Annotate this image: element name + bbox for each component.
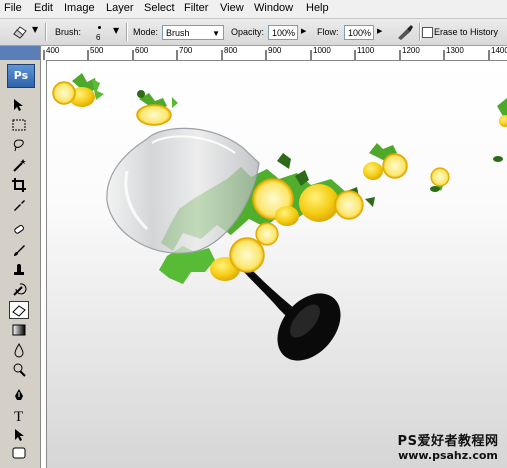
watermark-title: PS爱好者教程网 bbox=[397, 434, 499, 449]
ruler-tick-label: 1200 bbox=[402, 46, 420, 55]
photoshop-logo[interactable]: Ps bbox=[7, 64, 35, 88]
path-selection-icon[interactable] bbox=[9, 426, 29, 444]
menu-filter[interactable]: Filter bbox=[184, 2, 208, 14]
lemon-piece bbox=[493, 98, 507, 162]
ruler-tick-label: 1000 bbox=[313, 46, 331, 55]
svg-text:T: T bbox=[14, 409, 23, 423]
document-canvas[interactable] bbox=[47, 61, 507, 468]
toolbox-header[interactable] bbox=[0, 46, 40, 60]
divider bbox=[126, 23, 128, 41]
move-tool-icon[interactable] bbox=[9, 96, 29, 114]
horizontal-ruler: 400 500 600 700 800 900 1000 1100 1200 1… bbox=[40, 46, 507, 61]
menu-bar: File Edit Image Layer Select Filter View… bbox=[0, 0, 507, 19]
menu-layer[interactable]: Layer bbox=[106, 2, 134, 14]
opacity-arrow-icon[interactable]: ▶ bbox=[301, 27, 306, 35]
brush-label: Brush: bbox=[55, 27, 82, 37]
flow-label: Flow: bbox=[317, 27, 339, 37]
eyedropper-icon[interactable] bbox=[9, 196, 29, 214]
watermark: PS爱好者教程网 www.psahz.com bbox=[392, 430, 504, 462]
menu-image[interactable]: Image bbox=[64, 2, 95, 14]
divider bbox=[45, 23, 47, 41]
toolbox: Ps T bbox=[0, 46, 41, 468]
ruler-tick-label: 600 bbox=[135, 46, 149, 55]
menu-select[interactable]: Select bbox=[144, 2, 175, 14]
lemon-slice bbox=[136, 90, 178, 126]
lasso-tool-icon[interactable] bbox=[9, 136, 29, 154]
options-bar: ▼ Brush: 6 ▼ Mode: Brush ▼ Opacity: 100%… bbox=[0, 19, 507, 46]
mode-label: Mode: bbox=[133, 27, 159, 37]
dodge-tool-icon[interactable] bbox=[9, 361, 29, 379]
brush-tool-icon[interactable] bbox=[9, 241, 29, 259]
brush-preview-dot bbox=[98, 26, 101, 29]
blur-tool-icon[interactable] bbox=[9, 341, 29, 359]
brush-size: 6 bbox=[96, 33, 101, 42]
marquee-tool-icon[interactable] bbox=[9, 116, 29, 134]
crop-tool-icon[interactable] bbox=[9, 176, 29, 194]
erase-history-label: Erase to History bbox=[434, 27, 499, 37]
pen-tool-icon[interactable] bbox=[9, 386, 29, 404]
ruler-tick-label: 700 bbox=[179, 46, 193, 55]
type-tool-icon[interactable]: T bbox=[9, 406, 29, 424]
erase-history-checkbox[interactable] bbox=[422, 27, 433, 38]
menu-help[interactable]: Help bbox=[306, 2, 329, 14]
ruler-tick-label: 1400 bbox=[491, 46, 507, 55]
menu-file[interactable]: File bbox=[4, 2, 22, 14]
mode-select[interactable]: Brush ▼ bbox=[162, 25, 224, 40]
clone-stamp-icon[interactable] bbox=[9, 261, 29, 279]
ruler-tick-label: 1100 bbox=[357, 46, 375, 55]
mode-value: Brush bbox=[166, 28, 190, 38]
flow-arrow-icon[interactable]: ▶ bbox=[377, 27, 382, 35]
ruler-tick-label: 500 bbox=[90, 46, 104, 55]
healing-brush-icon[interactable] bbox=[9, 221, 29, 239]
lemon-slice bbox=[363, 143, 408, 180]
menu-edit[interactable]: Edit bbox=[34, 2, 53, 14]
menu-window[interactable]: Window bbox=[254, 2, 293, 14]
ruler-tick-label: 900 bbox=[268, 46, 282, 55]
history-brush-icon[interactable] bbox=[9, 281, 29, 299]
ruler-tick-label: 1300 bbox=[446, 46, 464, 55]
lemon-cluster bbox=[52, 73, 104, 107]
opacity-label: Opacity: bbox=[231, 27, 265, 37]
airbrush-icon[interactable] bbox=[395, 23, 415, 45]
eraser-tool-icon[interactable] bbox=[9, 301, 29, 319]
ruler-tick-label: 400 bbox=[46, 46, 60, 55]
gradient-tool-icon[interactable] bbox=[9, 321, 29, 339]
chevron-down-icon: ▼ bbox=[212, 29, 220, 38]
menu-view[interactable]: View bbox=[220, 2, 244, 14]
lemon-slice bbox=[430, 167, 450, 192]
divider bbox=[419, 23, 421, 41]
ruler-tick-label: 800 bbox=[224, 46, 238, 55]
eraser-icon[interactable] bbox=[10, 24, 28, 44]
flow-input[interactable]: 100% bbox=[344, 25, 374, 40]
brush-picker-arrow-icon[interactable]: ▼ bbox=[113, 26, 119, 35]
watermark-url: www.psahz.com bbox=[398, 449, 498, 462]
magic-wand-icon[interactable] bbox=[9, 156, 29, 174]
tool-preset-arrow-icon[interactable]: ▼ bbox=[32, 25, 38, 34]
opacity-input[interactable]: 100% bbox=[268, 25, 298, 40]
shape-tool-icon[interactable] bbox=[9, 444, 29, 462]
vertical-ruler bbox=[40, 60, 47, 468]
